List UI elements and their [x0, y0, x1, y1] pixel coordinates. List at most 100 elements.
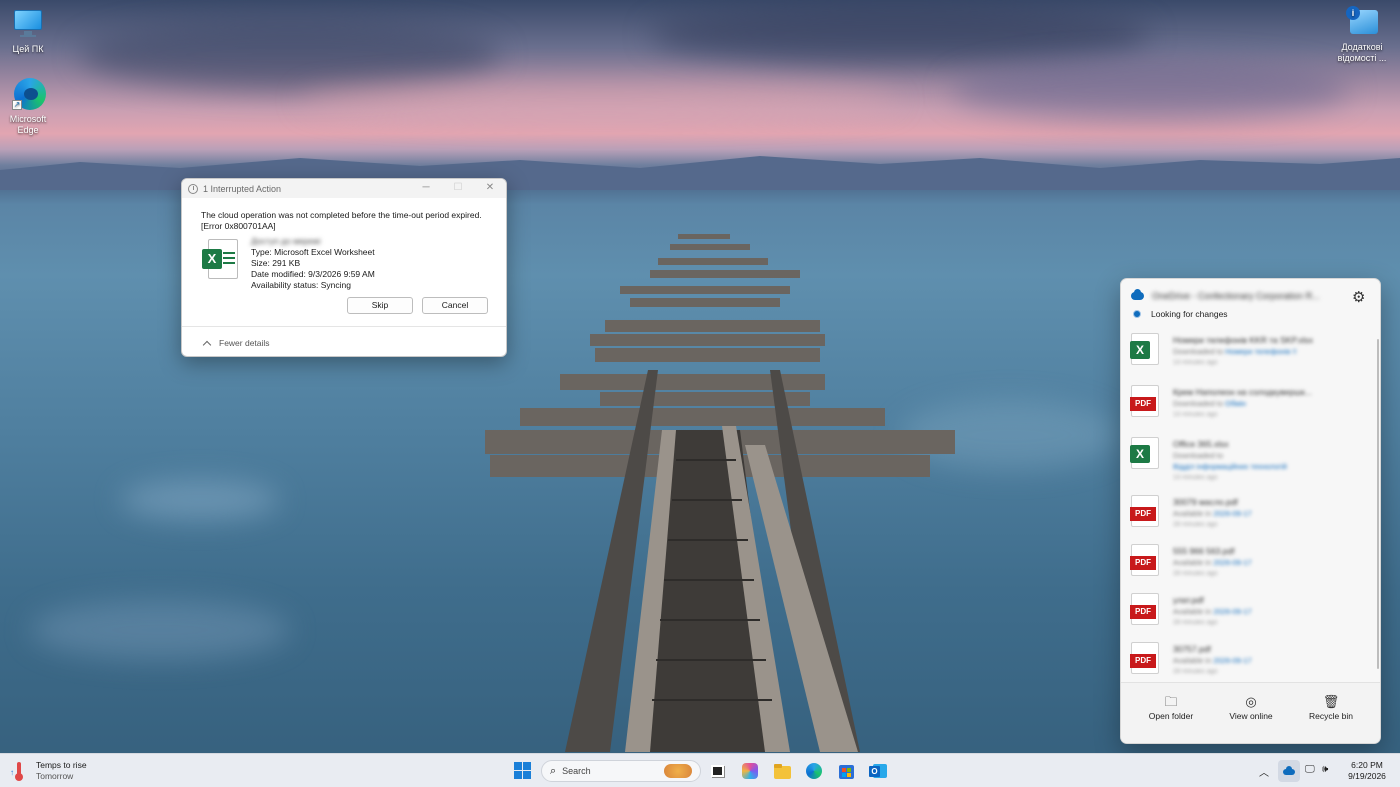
file-location: Downloaded to Номери телефонів !!: [1173, 347, 1297, 356]
wooden-pier: [485, 234, 955, 752]
pdf-file-icon: PDF: [1130, 544, 1159, 576]
file-time: 13 minutes ago: [1173, 474, 1218, 481]
cancel-button[interactable]: Cancel: [422, 297, 488, 314]
onedrive-cloud-icon: [1131, 289, 1144, 300]
list-item[interactable]: PDF 30757.pdf Available in 2026-09-17 28…: [1121, 636, 1380, 685]
file-name: 555 966 563.pdf: [1173, 546, 1235, 556]
list-item[interactable]: PDF 555 966 563.pdf Available in 2026-09…: [1121, 538, 1380, 587]
view-online-label: View online: [1229, 711, 1273, 721]
skip-button[interactable]: Skip: [347, 297, 413, 314]
view-online-button[interactable]: ◎ View online: [1216, 693, 1286, 721]
list-item[interactable]: X Office 365.xlsx Downloaded to Відділ ін…: [1121, 431, 1380, 489]
fewer-details-toggle[interactable]: Fewer details: [202, 338, 270, 349]
file-time: 28 minutes ago: [1173, 619, 1218, 626]
file-details: Доступ до мережі Type: Microsoft Excel W…: [251, 236, 375, 291]
file-name: Номери телефонів KKR та SKP.xlsx: [1173, 335, 1314, 345]
file-location: Downloaded to Обмін: [1173, 399, 1247, 408]
open-folder-label: Open folder: [1148, 711, 1194, 721]
trash-icon: 🗑: [1322, 694, 1340, 709]
onedrive-account-title: OneDrive - Confectionary Corporation R..…: [1152, 291, 1320, 301]
file-name: 30757.pdf: [1173, 644, 1211, 654]
weather-title: Temps to rise: [36, 760, 87, 770]
file-time: 13 minutes ago: [1173, 359, 1218, 366]
file-explorer-icon[interactable]: [773, 762, 791, 780]
weather-widget[interactable]: ↑ Temps to rise Tomorrow: [10, 760, 87, 782]
desktop-icon-label: Цей ПК: [12, 44, 44, 54]
dialog-divider: [182, 326, 506, 327]
search-placeholder: Search: [562, 766, 591, 776]
task-view-icon[interactable]: [709, 762, 727, 780]
chevron-up-icon: [202, 340, 212, 349]
store-icon[interactable]: [837, 762, 855, 780]
wallpaper-cloud: [300, 80, 900, 120]
excel-file-icon: X: [1130, 333, 1159, 365]
sync-icon: [1133, 310, 1141, 318]
pdf-file-icon: PDF: [1130, 642, 1159, 674]
search-highlight-icon: [664, 764, 692, 778]
recycle-bin-label: Recycle bin: [1309, 711, 1353, 721]
wallpaper-cloud: [650, 5, 1150, 65]
file-availability: Availability status: Syncing: [251, 280, 352, 290]
chevron-up-icon[interactable]: ︿: [1259, 764, 1269, 779]
volume-icon[interactable]: 🕪: [1322, 764, 1328, 775]
clock-date: 9/19/2026: [1348, 771, 1386, 781]
file-location: Available in 2026-09-17: [1173, 558, 1252, 567]
open-folder-button[interactable]: 🗀 Open folder: [1136, 693, 1206, 721]
water-reflection: [120, 480, 280, 520]
fewer-details-label: Fewer details: [219, 338, 270, 348]
copilot-icon[interactable]: [741, 762, 759, 780]
file-name: Доступ до мережі: [251, 236, 321, 246]
file-location: Available in 2026-09-17: [1173, 509, 1252, 518]
desktop-icon-label: Додаткові відомості ...: [1337, 42, 1387, 63]
globe-icon: ◎: [1245, 694, 1257, 709]
scrollbar[interactable]: [1377, 339, 1379, 669]
weather-subtitle: Tomorrow: [36, 771, 74, 781]
file-location: Available in 2026-09-17: [1173, 607, 1252, 616]
list-item[interactable]: PDF 30079 масло.pdf Available in 2026-09…: [1121, 489, 1380, 538]
maximize-button[interactable]: ☐: [450, 181, 466, 195]
monitor-icon: [12, 8, 44, 40]
edge-icon: ↗: [12, 78, 46, 110]
file-time: 13 minutes ago: [1173, 411, 1218, 418]
folder-icon: 🗀: [1164, 694, 1178, 709]
dialog-message: The cloud operation was not completed be…: [201, 210, 482, 231]
desktop-icon-label: Microsoft Edge: [9, 114, 47, 135]
file-time: 28 minutes ago: [1173, 570, 1218, 577]
clock-icon: [188, 183, 198, 194]
file-type: Type: Microsoft Excel Worksheet: [251, 247, 375, 257]
onedrive-flyout: OneDrive - Confectionary Corporation R..…: [1120, 278, 1381, 744]
list-item[interactable]: X Номери телефонів KKR та SKP.xlsx Downl…: [1121, 327, 1380, 379]
recycle-bin-button[interactable]: 🗑 Recycle bin: [1296, 693, 1366, 721]
desktop-icon-info[interactable]: i Додаткові відомості ...: [1332, 6, 1392, 64]
thermometer-icon: ↑: [10, 762, 24, 781]
file-name: улат.pdf: [1173, 595, 1204, 605]
onedrive-status-text: Looking for changes: [1151, 309, 1228, 319]
gear-icon[interactable]: ⚙: [1352, 288, 1365, 306]
pdf-file-icon: PDF: [1130, 385, 1159, 417]
outlook-icon[interactable]: O: [869, 762, 887, 780]
start-button[interactable]: [514, 762, 532, 780]
onedrive-footer: 🗀 Open folder ◎ View online 🗑 Recycle bi…: [1121, 682, 1380, 743]
taskbar-clock[interactable]: 6:20 PM 9/19/2026: [1340, 760, 1394, 782]
file-date-modified: Date modified: 9/3/2026 9:59 AM: [251, 269, 375, 279]
edge-taskbar-icon[interactable]: [805, 762, 823, 780]
file-name: 30079 масло.pdf: [1173, 497, 1238, 507]
network-icon[interactable]: 🖵: [1305, 764, 1315, 775]
taskbar-search[interactable]: ⌕ Search: [541, 760, 701, 782]
pdf-file-icon: PDF: [1130, 495, 1159, 527]
file-name: Office 365.xlsx: [1173, 439, 1229, 449]
list-item[interactable]: PDF Крем Наполеон на солодкувершк... Dow…: [1121, 379, 1380, 431]
wallpaper-cloud: [950, 60, 1350, 120]
pdf-file-icon: PDF: [1130, 593, 1159, 625]
list-item[interactable]: PDF улат.pdf Available in 2026-09-17 28 …: [1121, 587, 1380, 636]
onedrive-tray-icon[interactable]: [1278, 760, 1300, 782]
excel-file-icon: X: [202, 239, 240, 283]
dialog-title-bar[interactable]: 1 Interrupted Action ─ ☐ ✕: [182, 179, 506, 198]
desktop-icon-this-pc[interactable]: Цей ПК: [0, 8, 56, 55]
file-location: Downloaded to Відділ інформаційних технол…: [1173, 451, 1287, 471]
desktop-icon-edge[interactable]: ↗ Microsoft Edge: [0, 78, 56, 136]
close-button[interactable]: ✕: [482, 181, 498, 195]
info-picture-icon: i: [1346, 6, 1378, 38]
minimize-button[interactable]: ─: [418, 181, 434, 195]
search-icon: ⌕: [550, 764, 557, 777]
